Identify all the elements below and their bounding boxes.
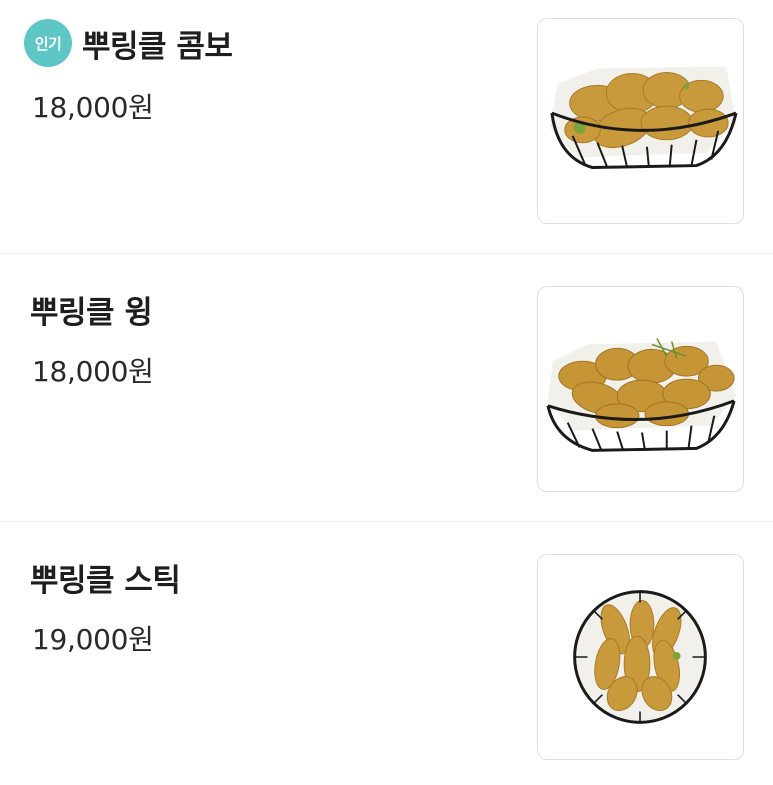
fried-chicken-wing-basket-image[interactable] <box>537 286 744 492</box>
popular-badge: 인기 <box>24 19 72 67</box>
menu-list: 인기 뿌링클 콤보 18,000원 뿌링클 윙 18,000원 뿌링클 스틱 1… <box>0 0 773 771</box>
menu-item-name: 뿌링클 스틱 <box>30 562 181 599</box>
menu-item-name-row: 뿌링클 윙 <box>30 284 153 334</box>
menu-item-name: 뿌링클 콤보 <box>82 28 233 65</box>
menu-item-name-row: 뿌링클 스틱 <box>30 552 181 602</box>
menu-item-price: 19,000원 <box>32 623 154 656</box>
menu-item-name-row: 인기 뿌링클 콤보 <box>24 18 233 68</box>
menu-item-price: 18,000원 <box>32 355 154 388</box>
menu-item-wing[interactable]: 뿌링클 윙 18,000원 <box>0 254 773 522</box>
menu-item-name: 뿌링클 윙 <box>30 294 153 331</box>
menu-item-price: 18,000원 <box>32 91 154 124</box>
fried-chicken-stick-basket-image[interactable] <box>537 554 744 760</box>
fried-chicken-combo-basket-image[interactable] <box>537 18 744 224</box>
menu-item-combo[interactable]: 인기 뿌링클 콤보 18,000원 <box>0 0 773 254</box>
menu-item-stick[interactable]: 뿌링클 스틱 19,000원 <box>0 522 773 771</box>
